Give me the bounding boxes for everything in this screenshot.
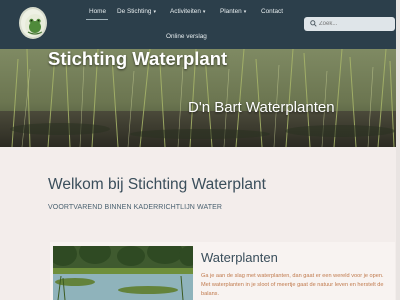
search-box [304, 17, 395, 31]
page-title: Welkom bij Stichting Waterplant [48, 176, 266, 193]
menu-item-activiteiten[interactable]: Activiteiten ▾ [170, 8, 205, 15]
menu-item-home[interactable]: Home [89, 8, 106, 15]
chevron-down-icon: ▾ [202, 9, 206, 15]
chevron-down-icon: ▾ [153, 9, 156, 15]
card-title: Waterplanten [201, 250, 278, 265]
menu-item-online-verslag[interactable]: Online verslag [166, 33, 207, 40]
tagline: VOORTVAREND BINNEN KADERRICHTLIJN WATER [48, 204, 222, 211]
scrollbar[interactable] [396, 0, 400, 300]
hero-subtitle: D'n Bart Waterplanten [188, 99, 335, 116]
chevron-down-icon: ▾ [243, 9, 247, 15]
frog-logo-icon[interactable] [19, 7, 47, 39]
pond-photo [53, 246, 193, 300]
active-indicator [86, 19, 108, 20]
card-text: Ga je aan de slag met waterplanten, dan … [201, 273, 384, 297]
hero-title: Stichting Waterplant [48, 49, 228, 69]
search-icon[interactable] [310, 20, 317, 27]
search-input[interactable] [319, 19, 389, 29]
top-navigation: Home De Stichting ▾ Activiteiten ▾ Planten… [0, 0, 400, 49]
menu-item-de-stichting[interactable]: De Stichting ▾ [117, 8, 156, 15]
hero-banner: Stichting Waterplant D'n Bart Waterplant… [0, 49, 400, 147]
menu-item-planten[interactable]: Planten ▾ [220, 8, 246, 15]
menu-item-planten-label: Planten [220, 8, 242, 15]
menu-item-activiteiten-label: Activiteiten [170, 8, 201, 15]
menu-item-contact[interactable]: Contact [261, 8, 283, 15]
menu-item-de-stichting-label: De Stichting [117, 8, 152, 15]
